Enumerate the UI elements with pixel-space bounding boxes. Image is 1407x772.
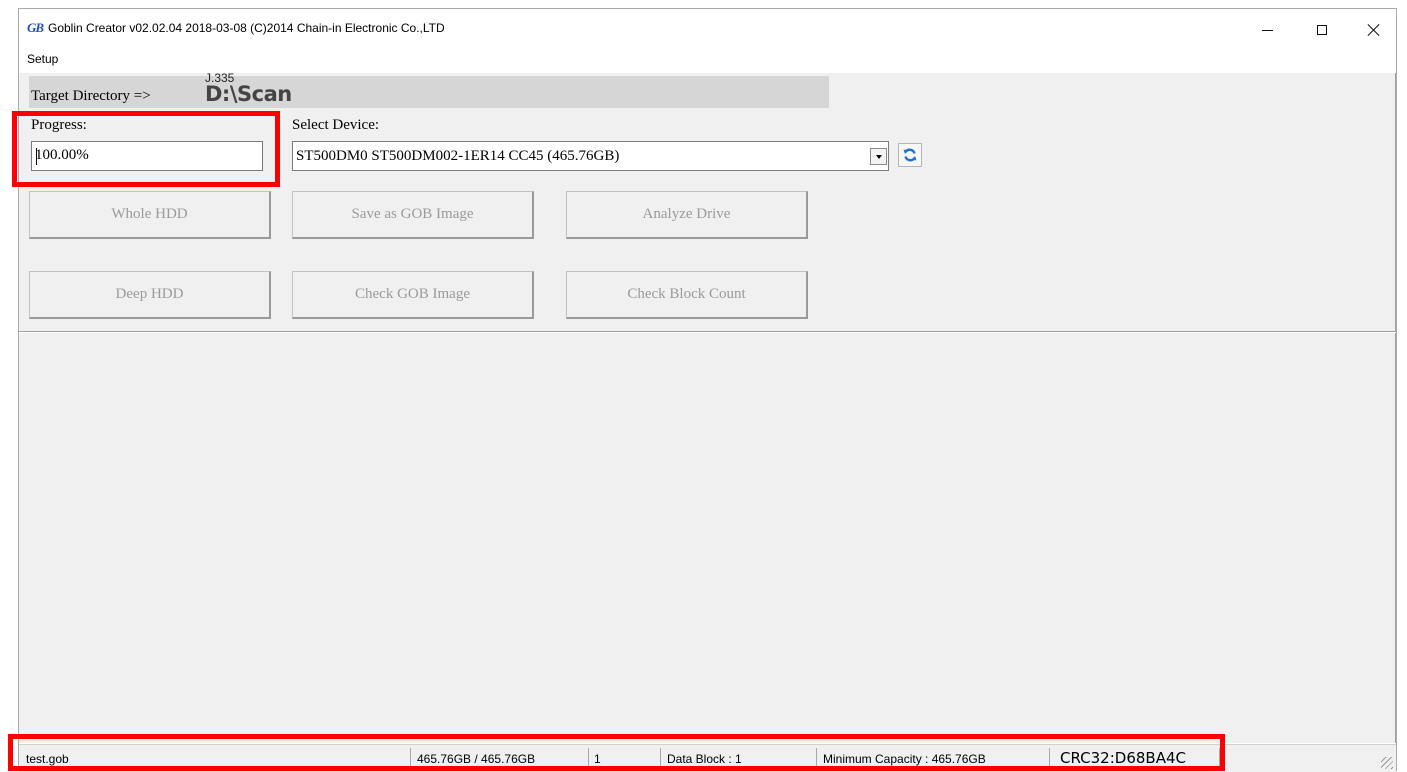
- save-gob-image-button[interactable]: Save as GOB Image: [292, 191, 534, 239]
- progress-value: 100.00%: [35, 147, 89, 163]
- menu-setup[interactable]: Setup: [27, 52, 58, 66]
- deep-hdd-button[interactable]: Deep HDD: [29, 271, 271, 319]
- maximize-button[interactable]: [1299, 15, 1345, 45]
- status-count: 1: [589, 748, 661, 769]
- status-bar: test.gob 465.76GB / 465.76GB 1 Data Bloc…: [19, 744, 1396, 772]
- status-file: test.gob: [21, 748, 411, 769]
- analyze-drive-button[interactable]: Analyze Drive: [566, 191, 808, 239]
- target-directory-label: Target Directory =>: [31, 88, 151, 104]
- goblin-app-icon: GB: [27, 20, 44, 35]
- status-size: 465.76GB / 465.76GB: [411, 748, 589, 769]
- status-crc32: CRC32:D68BA4C: [1050, 748, 1220, 769]
- status-minimum-capacity: Minimum Capacity : 465.76GB: [817, 748, 1050, 769]
- progress-field[interactable]: 100.00%: [31, 141, 263, 171]
- device-dropdown[interactable]: ST500DM0 ST500DM002-1ER14 CC45 (465.76GB…: [292, 141, 889, 171]
- chevron-down-icon: [875, 154, 882, 159]
- log-area: [19, 333, 1396, 743]
- whole-hdd-button[interactable]: Whole HDD: [29, 191, 271, 239]
- check-gob-image-button[interactable]: Check GOB Image: [292, 271, 534, 319]
- status-data-block: Data Block : 1: [661, 748, 817, 769]
- close-button[interactable]: [1351, 15, 1397, 45]
- close-icon: [1367, 23, 1381, 37]
- check-block-count-button[interactable]: Check Block Count: [566, 271, 808, 319]
- dropdown-arrow-button[interactable]: [870, 148, 887, 165]
- text-caret: [36, 148, 37, 165]
- minimize-button[interactable]: [1244, 15, 1290, 45]
- refresh-icon: [903, 148, 917, 162]
- window-title: Goblin Creator v02.02.04 2018-03-08 (C)2…: [48, 21, 445, 35]
- title-bar[interactable]: GB Goblin Creator v02.02.04 2018-03-08 (…: [19, 9, 1396, 47]
- resize-grip-icon[interactable]: [1381, 757, 1393, 769]
- refresh-devices-button[interactable]: [898, 143, 922, 167]
- select-device-label: Select Device:: [292, 117, 380, 133]
- minimize-icon: [1261, 29, 1273, 31]
- device-selected-value: ST500DM0 ST500DM002-1ER14 CC45 (465.76GB…: [296, 148, 620, 164]
- maximize-icon: [1317, 25, 1327, 35]
- control-panel: Target Directory => J.335 D:\Scan Progre…: [19, 71, 1396, 332]
- app-window: GB Goblin Creator v02.02.04 2018-03-08 (…: [18, 8, 1397, 772]
- menu-bar: Setup: [19, 49, 1396, 71]
- progress-label: Progress:: [31, 117, 87, 133]
- target-directory-path: D:\Scan: [205, 82, 292, 106]
